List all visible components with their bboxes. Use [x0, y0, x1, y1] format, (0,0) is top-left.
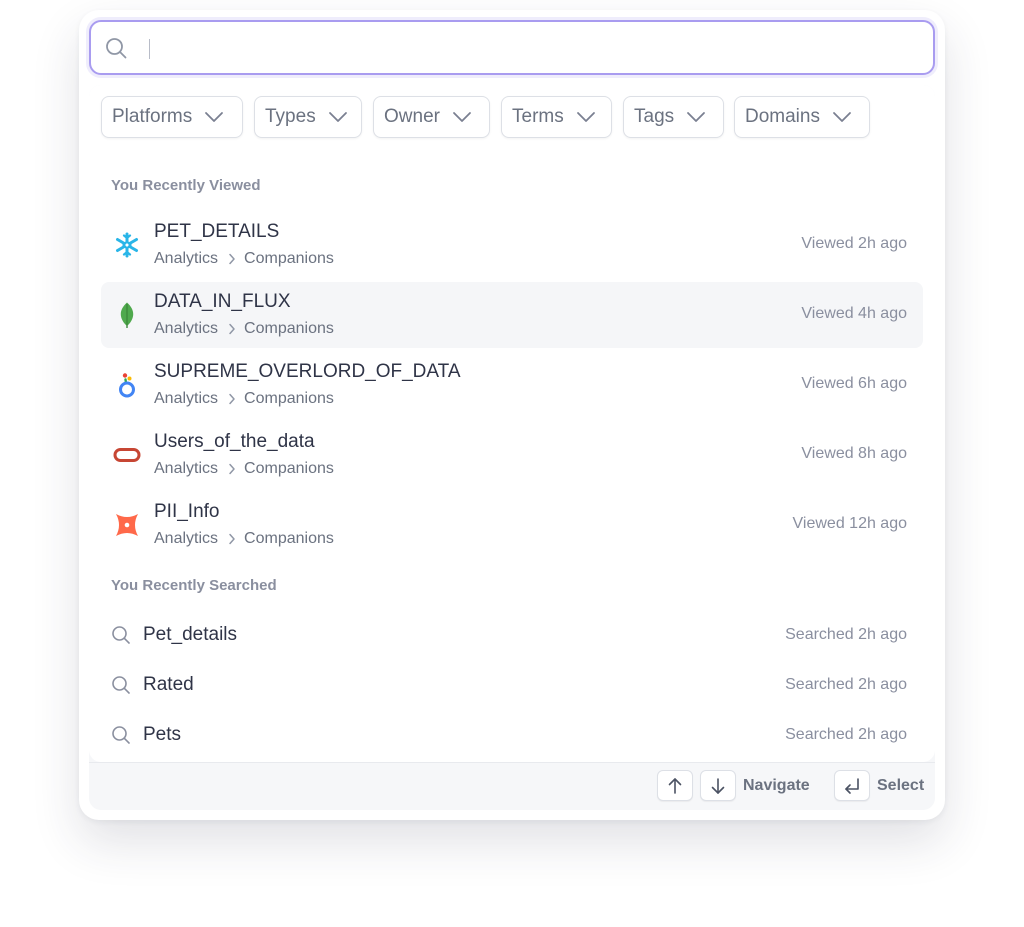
arrow-up-key — [657, 770, 693, 801]
searched-time: Searched 2h ago — [785, 676, 907, 693]
search-history-item[interactable]: Pets Searched 2h ago — [101, 713, 923, 757]
search-query: Rated — [143, 674, 194, 695]
item-name: PII_Info — [154, 501, 220, 522]
breadcrumb: Analytics Companions — [154, 320, 334, 338]
snowflake-icon — [116, 232, 138, 258]
breadcrumb-item: Companions — [244, 250, 334, 267]
search-input[interactable] — [143, 32, 907, 65]
select-hint: Select — [877, 777, 925, 794]
breadcrumb-item: Analytics — [154, 390, 219, 407]
search-icon — [112, 726, 130, 744]
arrow-down-key — [700, 770, 736, 801]
filter-platforms[interactable]: Platforms — [101, 96, 243, 138]
filter-label: Platforms — [112, 106, 193, 127]
keyboard-hints-footer: Navigate Select — [89, 762, 935, 810]
search-query: Pet_details — [143, 624, 238, 645]
search-history-item[interactable]: Pet_details Searched 2h ago — [101, 613, 923, 657]
filter-owner[interactable]: Owner — [373, 96, 490, 138]
filter-label: Owner — [384, 106, 440, 127]
recent-item[interactable]: PET_DETAILS Analytics Companions Viewed … — [101, 212, 923, 278]
filter-domains[interactable]: Domains — [734, 96, 870, 138]
chevron-down-icon — [687, 112, 706, 122]
breadcrumb-item: Companions — [244, 460, 334, 477]
chevron-right-icon — [228, 533, 236, 545]
looker-icon — [119, 373, 135, 398]
searched-time: Searched 2h ago — [785, 626, 907, 643]
arrow-up-icon — [668, 777, 682, 794]
results-panel: Platforms Types Owner Terms Tags Domains — [89, 85, 935, 810]
breadcrumb-item: Companions — [244, 320, 334, 337]
chevron-down-icon — [453, 112, 471, 122]
filter-label: Types — [265, 106, 316, 127]
item-name: SUPREME_OVERLORD_OF_DATA — [154, 361, 461, 382]
search-bar[interactable] — [89, 20, 935, 75]
viewed-time: Viewed 4h ago — [801, 305, 907, 322]
searched-time: Searched 2h ago — [785, 726, 907, 743]
breadcrumb-item: Companions — [244, 530, 334, 547]
search-icon — [104, 36, 128, 65]
item-name: PET_DETAILS — [154, 221, 280, 242]
recent-item[interactable]: PII_Info Analytics Companions Viewed 12h… — [101, 492, 923, 558]
filter-label: Domains — [745, 106, 820, 127]
recent-item[interactable]: DATA_IN_FLUX Analytics Companions Viewed… — [101, 282, 923, 348]
breadcrumb-item: Analytics — [154, 320, 219, 337]
recent-item[interactable]: Users_of_the_data Analytics Companions V… — [101, 422, 923, 488]
navigate-hint: Navigate — [743, 777, 810, 794]
viewed-time: Viewed 6h ago — [801, 375, 907, 392]
chevron-down-icon — [833, 112, 851, 122]
viewed-time: Viewed 12h ago — [792, 515, 907, 532]
search-dialog: Platforms Types Owner Terms Tags Domains — [79, 10, 945, 820]
breadcrumb: Analytics Companions — [154, 390, 334, 408]
search-icon — [112, 676, 130, 694]
chevron-right-icon — [228, 323, 236, 335]
item-name: Users_of_the_data — [154, 431, 315, 452]
enter-icon — [845, 777, 859, 794]
breadcrumb: Analytics Companions — [154, 460, 334, 478]
filter-label: Terms — [512, 106, 564, 127]
breadcrumb-item: Companions — [244, 390, 334, 407]
breadcrumb-item: Analytics — [154, 460, 219, 477]
breadcrumb: Analytics Companions — [154, 530, 334, 548]
search-history-item[interactable]: Rated Searched 2h ago — [101, 663, 923, 707]
chevron-down-icon — [576, 112, 595, 122]
breadcrumb: Analytics Companions — [154, 250, 334, 268]
chevron-right-icon — [228, 253, 236, 265]
filter-terms[interactable]: Terms — [501, 96, 612, 138]
chevron-down-icon — [328, 112, 347, 122]
search-icon — [112, 626, 130, 644]
recently-searched-heading: You Recently Searched — [111, 577, 277, 594]
viewed-time: Viewed 8h ago — [801, 445, 907, 462]
chevron-right-icon — [228, 463, 236, 475]
filter-tags[interactable]: Tags — [623, 96, 724, 138]
dbt-icon — [116, 514, 138, 536]
breadcrumb-item: Analytics — [154, 530, 219, 547]
breadcrumb-item: Analytics — [154, 250, 219, 267]
filter-types[interactable]: Types — [254, 96, 362, 138]
viewed-time: Viewed 2h ago — [801, 235, 907, 252]
chevron-down-icon — [205, 112, 224, 122]
filter-label: Tags — [634, 106, 675, 127]
arrow-down-icon — [711, 777, 725, 794]
mongodb-leaf-icon — [120, 302, 134, 328]
item-name: DATA_IN_FLUX — [154, 291, 291, 312]
recent-item[interactable]: SUPREME_OVERLORD_OF_DATA Analytics Compa… — [101, 352, 923, 418]
results-list: Platforms Types Owner Terms Tags Domains — [89, 85, 935, 762]
search-query: Pets — [143, 724, 182, 745]
chevron-right-icon — [228, 393, 236, 405]
oracle-icon — [113, 448, 141, 462]
recently-viewed-heading: You Recently Viewed — [111, 177, 261, 194]
enter-key — [834, 770, 870, 801]
